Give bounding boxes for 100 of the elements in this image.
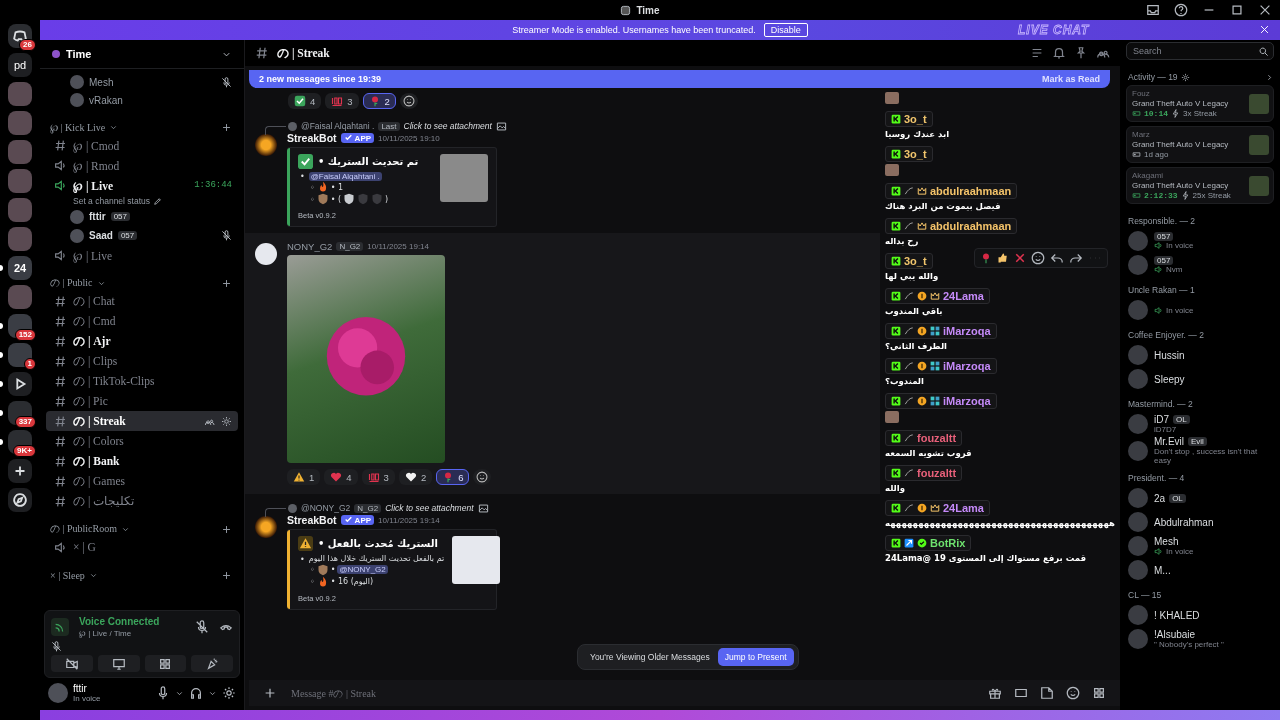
inbox-icon[interactable]	[1146, 3, 1160, 17]
mark-as-read-link[interactable]: Mark as Read	[1041, 74, 1100, 84]
server-icon[interactable]	[8, 343, 32, 367]
gift-icon[interactable]	[988, 686, 1002, 700]
emoji-icon[interactable]	[1066, 686, 1080, 700]
channel-item[interactable]: の | Clips	[46, 351, 238, 371]
category-header[interactable]: × | Sleep	[50, 569, 85, 581]
close-icon[interactable]	[1259, 24, 1270, 35]
flower-photo-placeholder[interactable]	[287, 255, 445, 464]
server-header[interactable]: Time	[40, 40, 244, 69]
play-icon[interactable]	[8, 372, 32, 396]
channel-item[interactable]: の | Games	[46, 471, 238, 491]
member-name[interactable]: 2a	[1154, 492, 1166, 504]
member-name[interactable]: iD7	[1154, 414, 1169, 425]
author-name[interactable]: StreakBot	[287, 514, 337, 527]
gif-icon[interactable]	[1014, 686, 1028, 700]
chevron-icon[interactable]	[1265, 72, 1274, 82]
search-field[interactable]: Search	[1126, 42, 1274, 60]
voice-user-name[interactable]: fttir	[89, 211, 106, 222]
voice-user-name[interactable]: Mesh	[89, 76, 114, 88]
sticker-icon[interactable]	[1040, 686, 1054, 700]
settings-icon[interactable]	[222, 686, 236, 700]
activity-card[interactable]: Marz Grand Theft Auto V Legacy 1d ago	[1126, 126, 1274, 163]
reaction-button[interactable]: 1	[287, 469, 321, 486]
screen-share-button[interactable]	[97, 655, 140, 672]
forward-icon[interactable]	[1069, 251, 1083, 265]
bell-icon[interactable]	[1052, 46, 1066, 60]
avatar[interactable]	[255, 516, 277, 539]
add-reaction-button[interactable]	[473, 469, 492, 486]
reaction-button[interactable]: 3	[361, 469, 395, 486]
activity-card[interactable]: Akagami Grand Theft Auto V Legacy 2:12:33 25x Streak	[1126, 167, 1274, 204]
muted-mic-icon[interactable]	[51, 641, 62, 652]
headphones-icon[interactable]	[189, 686, 203, 700]
member-name[interactable]: Abdulrahman	[1154, 516, 1214, 528]
voice-user-name[interactable]: Saad	[89, 230, 113, 241]
channel-item[interactable]: × | G	[46, 537, 238, 557]
server-icon[interactable]	[8, 314, 32, 338]
channel-item[interactable]: の | تكليجات	[46, 491, 238, 511]
channel-item[interactable]: ℘ | Live 1:36:44	[46, 175, 238, 195]
logo-placeholder[interactable]	[452, 536, 501, 585]
channel-item[interactable]: の | Ajr	[46, 331, 238, 351]
channel-item[interactable]: ℘ | Rmod	[46, 155, 238, 175]
channel-item[interactable]: の | Chat	[46, 291, 238, 311]
cross-mark-icon[interactable]	[1014, 252, 1026, 264]
voice-user-name[interactable]: vRakan	[89, 94, 123, 106]
member-name[interactable]: !Alsubaie	[1154, 629, 1196, 640]
reaction-button[interactable]: 6	[436, 469, 470, 486]
reaction-button[interactable]: 4	[324, 469, 358, 486]
reply-icon[interactable]	[1050, 251, 1064, 265]
channel-item[interactable]: の | Streak	[46, 411, 238, 431]
apps-icon[interactable]	[1092, 686, 1106, 700]
channel-item[interactable]: の | Cmd	[46, 311, 238, 331]
jump-to-present-button[interactable]: Jump to Present	[717, 648, 794, 666]
camera-button[interactable]	[51, 655, 93, 672]
controller-icon[interactable]	[8, 24, 32, 48]
plus-icon[interactable]	[221, 569, 232, 581]
server-icon[interactable]: pd	[8, 53, 32, 77]
server-folder[interactable]	[8, 401, 32, 425]
plus-icon[interactable]	[8, 459, 32, 483]
reaction-button[interactable]: 2	[362, 93, 396, 109]
channel-item[interactable]: の | Bank	[46, 451, 238, 471]
microphone-icon[interactable]	[156, 686, 170, 700]
channel-item[interactable]: の | TikTok-Clips	[46, 371, 238, 391]
channel-item[interactable]: の | Pic	[46, 391, 238, 411]
maximize-icon[interactable]	[1230, 3, 1244, 17]
disable-button[interactable]: Disable	[763, 23, 808, 37]
member-name[interactable]: ! KHALED	[1154, 609, 1200, 621]
category-header[interactable]: ℘ | Kick Live	[50, 120, 106, 134]
activity-header[interactable]: Activity — 19	[1128, 72, 1178, 82]
reaction-button[interactable]: 2	[398, 469, 433, 486]
message-input[interactable]: Message #の | Streak	[289, 686, 493, 700]
voice-channel-link[interactable]: ℘ | Live / Time	[79, 627, 185, 638]
add-reaction-icon[interactable]	[1031, 251, 1045, 265]
channel-item[interactable]: の | Colors	[46, 431, 238, 451]
mention[interactable]: @NONY_G2	[337, 565, 388, 575]
channel-item[interactable]: ℘ | Live	[46, 245, 238, 265]
plus-icon[interactable]	[221, 121, 232, 133]
add-reaction-button[interactable]	[399, 93, 418, 109]
avatar[interactable]	[255, 134, 277, 156]
reaction-button[interactable]: 3	[325, 93, 359, 109]
category-header[interactable]: の | PublicRoom	[50, 522, 117, 536]
channel-status[interactable]: Set a channel status	[73, 196, 151, 206]
plus-icon[interactable]	[221, 277, 232, 289]
activity-card[interactable]: Fouz Grand Theft Auto V Legacy 10:14 3x Streak	[1126, 85, 1274, 122]
thumbs-up-icon[interactable]	[997, 252, 1009, 264]
avatar[interactable]	[255, 243, 277, 266]
pin-icon[interactable]	[1074, 46, 1088, 60]
settings-icon[interactable]	[221, 415, 232, 427]
close-icon[interactable]	[1258, 3, 1272, 17]
mention[interactable]: @Faisal Alqahtani .	[308, 172, 382, 182]
category-header[interactable]: の | Public	[50, 276, 93, 290]
member-name[interactable]: Mesh	[1154, 536, 1179, 547]
reply-preview-link[interactable]: Click to see attachment	[385, 503, 474, 514]
compass-icon[interactable]	[8, 488, 32, 512]
threads-icon[interactable]	[1030, 46, 1044, 60]
server-icon[interactable]: 24	[8, 256, 32, 280]
soundboard-button[interactable]	[191, 655, 233, 672]
author-name[interactable]: StreakBot	[287, 132, 337, 144]
channel-item[interactable]: ℘ | Cmod	[46, 135, 238, 155]
activities-button[interactable]	[144, 655, 187, 672]
